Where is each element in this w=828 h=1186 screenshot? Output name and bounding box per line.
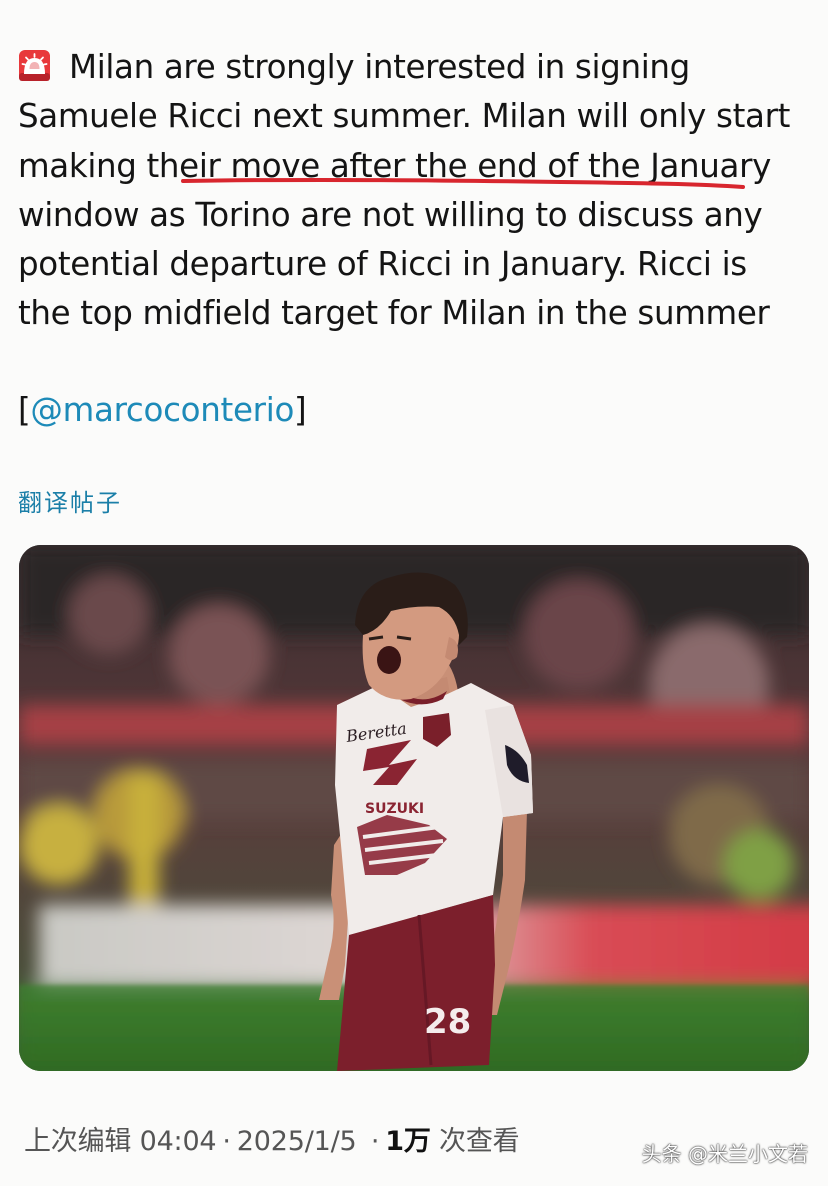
tweet-line: Milan are strongly interested in signing: [18, 43, 808, 92]
tweet-line: window as Torino are not willing to disc…: [18, 195, 763, 234]
bracket-close: ]: [294, 391, 307, 429]
edited-label: 上次编辑: [24, 1126, 132, 1157]
watermark: 头条 @米兰小文若: [641, 1142, 808, 1166]
tweet-line: the top midfield target for Milan in the…: [18, 294, 770, 333]
translate-post-link[interactable]: 翻译帖子: [18, 486, 122, 520]
views-count: 1万: [385, 1126, 431, 1157]
views-label: 次查看: [439, 1126, 520, 1157]
media-photo[interactable]: Beretta SUZUKI 28: [19, 545, 809, 1071]
siren-emoji-icon: [18, 49, 51, 82]
jersey-number: 28: [424, 1002, 471, 1042]
tweet-line: potential departure of Ricci in January.…: [18, 245, 747, 284]
tweet-text: Milan are strongly interested in signing…: [18, 43, 808, 339]
post-date[interactable]: 2025/1/5: [237, 1126, 357, 1157]
mention-line: [@marcoconterio]: [18, 387, 307, 433]
separator-dot: ·: [222, 1126, 231, 1157]
post-time[interactable]: 04:04: [140, 1126, 217, 1157]
separator-dot: ·: [370, 1126, 380, 1157]
player-photo: Beretta SUZUKI 28: [19, 545, 809, 1071]
jersey-sponsor-main: SUZUKI: [365, 801, 424, 817]
tweet-line: making their move after the end of the J…: [18, 146, 772, 185]
tweet-line: Samuele Ricci next summer. Milan will on…: [18, 97, 790, 136]
post-card: Milan are strongly interested in signing…: [0, 0, 828, 1186]
tweet-line-text: Milan are strongly interested in signing: [69, 48, 690, 86]
post-meta: 上次编辑 04:04 · 2025/1/5 · 1万 次查看: [24, 1122, 520, 1162]
bracket-open: [: [18, 391, 31, 429]
mention-link[interactable]: @marcoconterio: [30, 391, 294, 429]
